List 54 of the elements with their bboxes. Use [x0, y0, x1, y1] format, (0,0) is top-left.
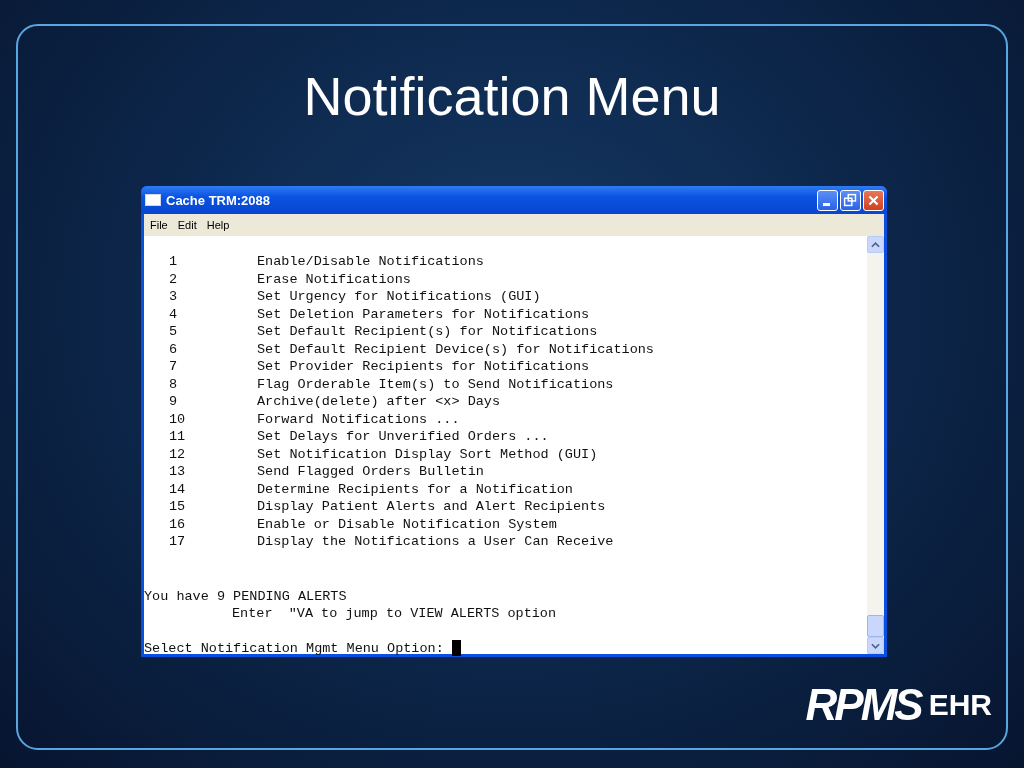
menu-item[interactable]: Edit — [173, 219, 201, 231]
option-number: 6 — [169, 340, 179, 358]
option-number: 1 — [169, 253, 179, 271]
alert-message: You have 9 PENDING ALERTS — [144, 587, 348, 605]
logo-suffix: EHR — [928, 688, 992, 722]
option-number: 16 — [169, 515, 187, 533]
minimize-button[interactable] — [817, 189, 838, 211]
window-app-icon — [145, 194, 161, 206]
cursor-icon — [451, 640, 461, 657]
option-label: Set Urgency for Notifications (GUI) — [257, 288, 542, 306]
option-number: 13 — [169, 463, 187, 481]
option-label: Set Default Recipient(s) for Notifications — [257, 323, 599, 341]
slide-title: Notification Menu — [303, 66, 721, 126]
option-label: Enable or Disable Notification System — [257, 515, 558, 533]
scroll-up-button[interactable] — [867, 236, 884, 253]
option-number: 3 — [169, 288, 179, 306]
menu-item[interactable]: File — [146, 219, 172, 231]
scroll-thumb[interactable] — [867, 615, 884, 637]
option-label: Forward Notifications ... — [257, 410, 461, 428]
window-title: Cache TRM:2088 — [166, 192, 272, 208]
option-label: Send Flagged Orders Bulletin — [257, 463, 485, 481]
option-label: Determine Recipients for a Notification — [257, 480, 574, 498]
option-number: 8 — [169, 375, 179, 393]
option-number: 7 — [169, 358, 179, 376]
option-label: Archive(delete) after <x> Days — [257, 393, 502, 411]
option-number: 15 — [169, 498, 187, 516]
option-label: Display Patient Alerts and Alert Recipients — [257, 498, 607, 516]
option-number: 10 — [169, 410, 187, 428]
restore-button[interactable] — [840, 189, 861, 211]
option-number: 4 — [169, 305, 179, 323]
logo-wordmark: RPMS — [805, 680, 921, 730]
option-label: Set Provider Recipients for Notifications — [257, 358, 591, 376]
option-label: Enable/Disable Notifications — [257, 253, 485, 271]
option-label: Set Notification Display Sort Method (GUI) — [257, 445, 599, 463]
menu-item[interactable]: Help — [202, 219, 234, 231]
option-label: Set Delays for Unverified Orders ... — [257, 428, 550, 446]
minimize-icon — [823, 202, 830, 206]
option-label: Display the Notifications a User Can Receive — [257, 533, 615, 551]
hint-text: Enter "VA to jump to VIEW ALERTS option — [231, 605, 558, 623]
option-number: 9 — [169, 393, 179, 411]
option-label: Flag Orderable Item(s) to Send Notifications — [257, 375, 615, 393]
option-label: Set Default Recipient Device(s) for Notifications — [257, 340, 654, 358]
option-label: Erase Notifications — [257, 270, 412, 288]
option-number: 2 — [169, 270, 179, 288]
close-button[interactable] — [863, 189, 884, 211]
vertical-scrollbar[interactable] — [867, 236, 884, 654]
prompt-text: Select Notification Mgmt Menu Option: — [144, 639, 444, 657]
option-number: 11 — [169, 428, 187, 446]
option-label: Set Deletion Parameters for Notifications — [257, 305, 591, 323]
option-number: 14 — [169, 480, 187, 498]
option-number: 5 — [169, 323, 179, 341]
option-number: 12 — [169, 445, 187, 463]
option-number: 17 — [169, 533, 187, 551]
scroll-down-button[interactable] — [867, 637, 884, 654]
